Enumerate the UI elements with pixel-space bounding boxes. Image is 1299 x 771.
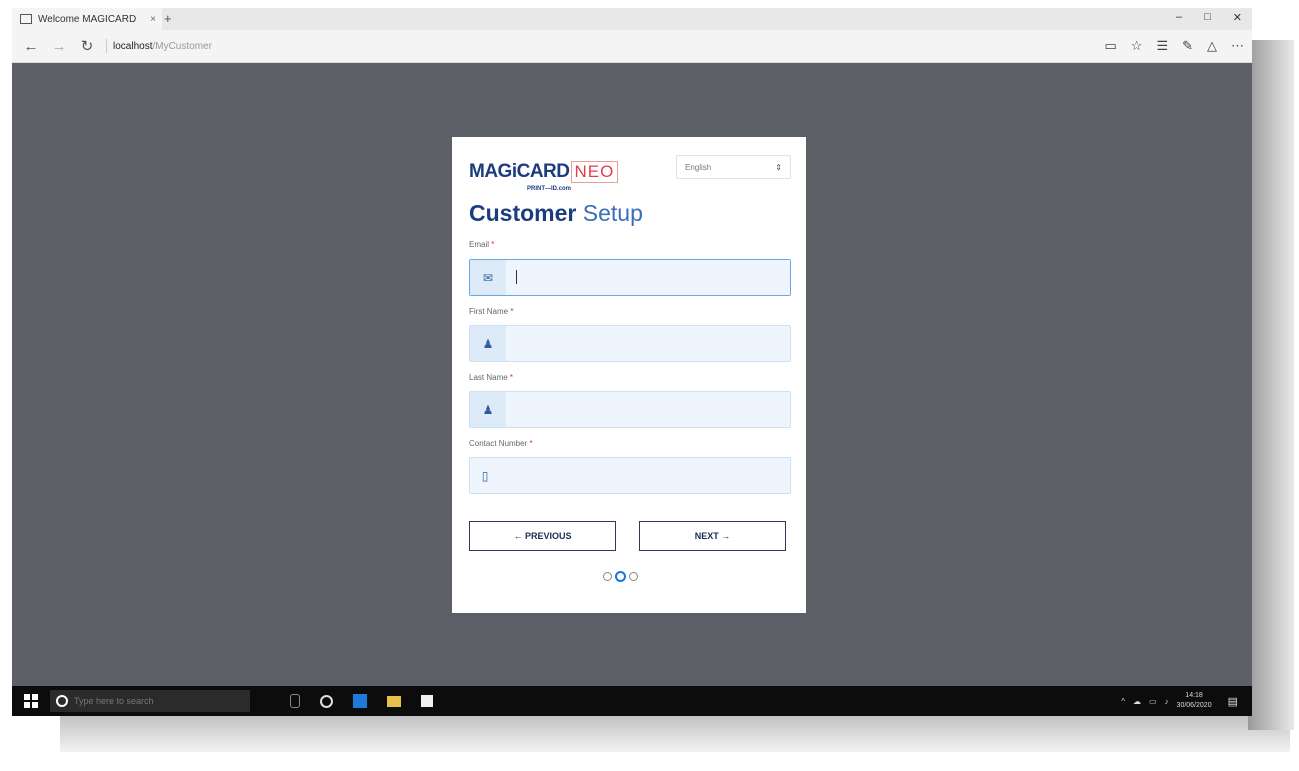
battery-icon[interactable]: ▭ bbox=[1149, 697, 1157, 706]
text-cursor bbox=[516, 270, 517, 284]
contact-number-input[interactable] bbox=[500, 458, 790, 493]
browser-tabbar: Welcome MAGICARD × + – □ ✕ bbox=[12, 8, 1252, 30]
minimize-button[interactable]: – bbox=[1176, 11, 1182, 24]
title-light: Setup bbox=[582, 200, 643, 226]
email-field[interactable]: ✉ bbox=[469, 259, 791, 296]
page-title: Customer Setup bbox=[469, 200, 643, 227]
step-dot[interactable] bbox=[629, 572, 638, 581]
url-path: /MyCustomer bbox=[152, 40, 212, 52]
mobile-phone-icon: ▯ bbox=[470, 458, 500, 493]
logo-primary: MAGiCARD bbox=[469, 161, 570, 182]
first-name-field[interactable]: ♟ bbox=[469, 325, 791, 362]
screen: Welcome MAGICARD × + – □ ✕ ← → ↻ localho… bbox=[12, 8, 1252, 716]
chevron-updown-icon: ⇕ bbox=[775, 162, 782, 172]
step-dot-active[interactable] bbox=[615, 571, 626, 582]
user-icon: ♟ bbox=[470, 392, 506, 427]
last-name-input[interactable] bbox=[506, 392, 790, 427]
file-explorer-icon[interactable] bbox=[387, 695, 401, 707]
page-icon bbox=[20, 14, 32, 24]
last-name-label: Last Name * bbox=[469, 373, 514, 382]
edge-browser-icon[interactable] bbox=[353, 694, 367, 708]
screen-shadow-bottom bbox=[60, 712, 1290, 752]
maximize-button[interactable]: □ bbox=[1204, 11, 1211, 24]
email-input[interactable] bbox=[506, 260, 790, 295]
last-name-field[interactable]: ♟ bbox=[469, 391, 791, 428]
url-host: localhost bbox=[113, 40, 153, 52]
clock[interactable]: 14:18 30/06/2020 bbox=[1177, 691, 1212, 711]
contact-number-field[interactable]: ▯ bbox=[469, 457, 791, 494]
tray-chevron-icon[interactable]: ^ bbox=[1121, 697, 1125, 706]
close-window-button[interactable]: ✕ bbox=[1233, 11, 1242, 24]
email-label: Email * bbox=[469, 240, 495, 249]
volume-icon[interactable]: ♪ bbox=[1165, 697, 1169, 706]
language-select[interactable]: English ⇕ bbox=[676, 155, 791, 179]
step-indicator bbox=[603, 571, 638, 582]
microphone-icon[interactable] bbox=[290, 694, 300, 708]
user-icon: ♟ bbox=[470, 326, 506, 361]
logo-secondary: NEO bbox=[570, 161, 619, 183]
clock-date: 30/06/2020 bbox=[1176, 702, 1212, 709]
screen-shadow-right bbox=[1248, 40, 1294, 730]
step-dot[interactable] bbox=[603, 572, 612, 581]
reading-view-icon[interactable]: ▭ bbox=[1104, 38, 1116, 54]
first-name-input[interactable] bbox=[506, 326, 790, 361]
magicard-logo: MAGiCARD NEO PRINT—ID.com bbox=[469, 161, 619, 193]
taskbar-apps bbox=[290, 694, 433, 708]
title-bold: Customer bbox=[469, 200, 577, 226]
refresh-icon[interactable]: ↻ bbox=[78, 37, 96, 55]
search-placeholder: Type here to search bbox=[74, 696, 154, 706]
notes-icon[interactable]: ✎ bbox=[1182, 38, 1193, 54]
more-icon[interactable]: ⋯ bbox=[1231, 38, 1244, 54]
store-icon[interactable] bbox=[421, 695, 433, 707]
divider bbox=[106, 39, 107, 53]
envelope-icon: ✉ bbox=[470, 260, 506, 295]
windows-taskbar: Type here to search ^ ☁ ▭ ♪ 14:18 30/06/… bbox=[12, 686, 1252, 716]
logo-tagline: PRINT—ID.com bbox=[527, 186, 572, 192]
favorite-star-icon[interactable]: ☆ bbox=[1131, 38, 1143, 54]
network-icon[interactable]: ☁ bbox=[1133, 697, 1141, 706]
url-field[interactable]: localhost/MyCustomer bbox=[113, 41, 212, 52]
previous-button[interactable]: ← PREVIOUS bbox=[469, 521, 616, 551]
window-controls: – □ ✕ bbox=[1176, 11, 1242, 24]
windows-start-icon[interactable] bbox=[24, 694, 38, 708]
first-name-label: First Name * bbox=[469, 307, 514, 316]
taskbar-search[interactable]: Type here to search bbox=[50, 690, 250, 712]
cortana-icon bbox=[56, 695, 68, 707]
browser-tab[interactable]: Welcome MAGICARD × bbox=[12, 8, 162, 30]
next-button[interactable]: NEXT → bbox=[639, 521, 786, 551]
tab-close-icon[interactable]: × bbox=[150, 14, 156, 25]
address-bar: ← → ↻ localhost/MyCustomer ▭ ☆ ☰ ✎ △ ⋯ bbox=[12, 30, 1252, 63]
system-tray: ^ ☁ ▭ ♪ 14:18 30/06/2020 ▤ bbox=[1121, 691, 1238, 711]
contact-number-label: Contact Number * bbox=[469, 439, 533, 448]
tab-title: Welcome MAGICARD bbox=[38, 13, 137, 25]
forward-arrow-icon[interactable]: → bbox=[50, 38, 68, 55]
language-value: English bbox=[685, 162, 712, 172]
browser-toolbar: ▭ ☆ ☰ ✎ △ ⋯ bbox=[1104, 38, 1244, 54]
back-arrow-icon[interactable]: ← bbox=[22, 38, 40, 55]
share-icon[interactable]: △ bbox=[1207, 38, 1217, 54]
customer-setup-card: MAGiCARD NEO PRINT—ID.com English ⇕ Custo… bbox=[452, 137, 806, 613]
new-tab-button[interactable]: + bbox=[164, 11, 172, 26]
hub-icon[interactable]: ☰ bbox=[1156, 38, 1168, 54]
clock-time: 14:18 bbox=[1185, 692, 1203, 699]
task-view-icon[interactable] bbox=[320, 694, 333, 708]
notifications-icon[interactable]: ▤ bbox=[1228, 695, 1238, 708]
